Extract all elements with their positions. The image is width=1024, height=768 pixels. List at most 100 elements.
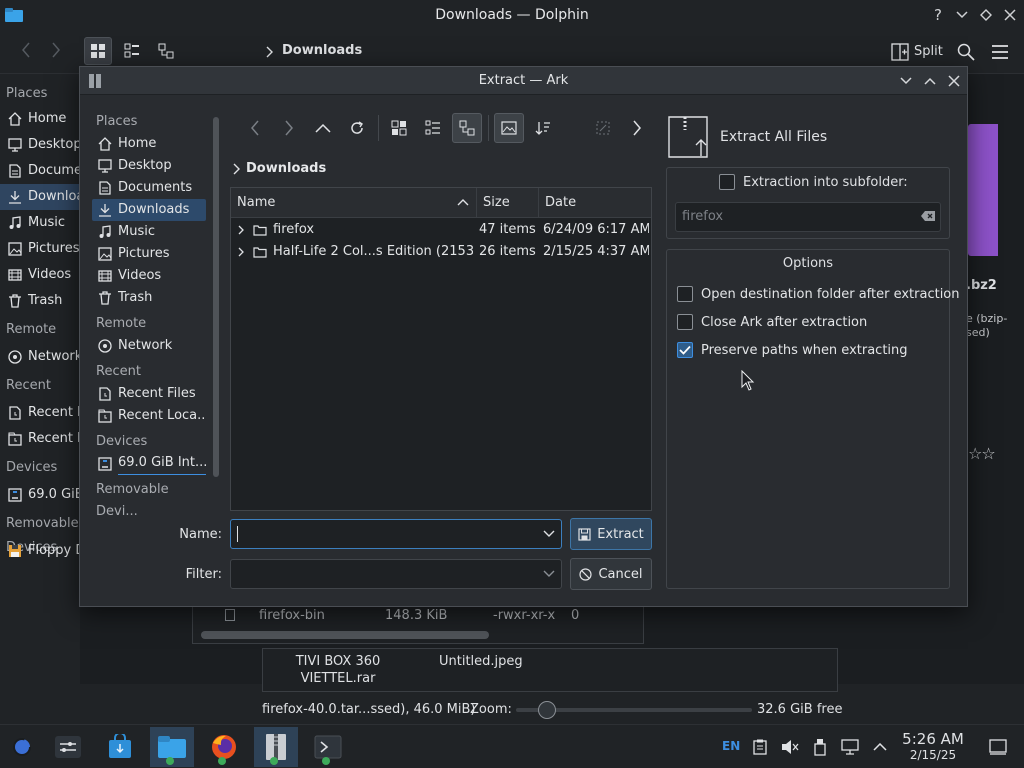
- firefox-task[interactable]: [202, 727, 246, 767]
- table-row[interactable]: Half-Life 2 Col...s Edition (2153) 26 ite…: [231, 241, 651, 263]
- places-item-pictures[interactable]: Pictures: [92, 243, 206, 265]
- expand-arrow-icon[interactable]: [237, 225, 245, 235]
- subfolder-name-input[interactable]: firefox: [675, 202, 941, 232]
- places-item-network[interactable]: Network: [92, 335, 206, 357]
- digital-clock[interactable]: 5:26 AM 2/15/25: [896, 731, 970, 763]
- sidebar-item-recent-files[interactable]: Recent Files: [0, 400, 80, 426]
- sort-button[interactable]: [528, 113, 558, 143]
- volume-muted-icon[interactable]: [780, 737, 800, 757]
- sidebar-item-videos[interactable]: Videos: [0, 262, 80, 288]
- places-item-music[interactable]: Music: [92, 221, 206, 243]
- file-item[interactable]: TIVI BOX 360 VIETTEL.rar: [273, 653, 403, 687]
- forward-icon[interactable]: [44, 38, 68, 62]
- help-icon[interactable]: ?: [928, 5, 948, 25]
- places-item-desktop[interactable]: Desktop: [92, 155, 206, 177]
- chevron-down-icon[interactable]: [543, 570, 555, 578]
- sidebar-item-network[interactable]: Network: [0, 344, 80, 370]
- sidebar-item-home[interactable]: Home: [0, 106, 80, 132]
- option-open-destination-folder-after-extraction[interactable]: Open destination folder after extraction: [677, 284, 960, 304]
- places-item-documents[interactable]: Documents: [92, 177, 206, 199]
- sidebar-item-floppy-disk[interactable]: Floppy Disk: [0, 538, 80, 564]
- minimize-icon[interactable]: [952, 5, 972, 25]
- sidebar-item-music[interactable]: Music: [0, 210, 80, 236]
- sidebar-item-downloads[interactable]: Downloads: [0, 184, 80, 210]
- places-item-downloads[interactable]: Downloads: [92, 199, 206, 221]
- forward-button[interactable]: [274, 113, 304, 143]
- device-notifier-icon[interactable]: [810, 737, 830, 757]
- ark-task[interactable]: [254, 727, 298, 767]
- split-button-label[interactable]: Split: [914, 44, 943, 59]
- column-header-size[interactable]: Size: [477, 188, 539, 218]
- places-item-69-0-gib-int[interactable]: 69.0 GiB Int...: [92, 453, 206, 475]
- sidebar-item-trash[interactable]: Trash: [0, 288, 80, 314]
- more-toolbar-button[interactable]: [622, 113, 652, 143]
- preview-toggle-button[interactable]: [494, 113, 524, 143]
- zoom-slider-handle[interactable]: [538, 701, 556, 719]
- table-row[interactable]: firefox-bin 148.3 KiB -rwxr-xr-x 0: [193, 605, 643, 627]
- filter-input[interactable]: [230, 559, 562, 589]
- column-header-date[interactable]: Date: [539, 188, 651, 218]
- option-close-ark-after-extraction[interactable]: Close Ark after extraction: [677, 312, 867, 332]
- chevron-down-icon[interactable]: [543, 530, 555, 538]
- sidebar-item-recent-locations[interactable]: Recent Locations: [0, 426, 80, 452]
- hamburger-menu-icon[interactable]: [990, 42, 1010, 62]
- minimize-icon[interactable]: [896, 71, 916, 91]
- compact-view-button[interactable]: [418, 113, 448, 143]
- file-item[interactable]: Untitled.jpeg: [439, 653, 523, 670]
- zoom-slider[interactable]: [516, 701, 752, 719]
- discover-store-task[interactable]: [98, 727, 142, 767]
- places-item-recent-loca[interactable]: Recent Loca...: [92, 405, 206, 427]
- konsole-task[interactable]: [306, 727, 350, 767]
- search-icon[interactable]: [956, 42, 976, 62]
- back-button[interactable]: [240, 113, 270, 143]
- places-item-trash[interactable]: Trash: [92, 287, 206, 309]
- clipboard-icon[interactable]: [750, 737, 770, 757]
- option-checkbox[interactable]: [677, 342, 693, 358]
- extract-button[interactable]: Extract: [570, 518, 652, 550]
- close-icon[interactable]: [944, 71, 964, 91]
- name-input[interactable]: [230, 519, 562, 549]
- table-row[interactable]: firefox 47 items 6/24/09 6:17 AM: [231, 219, 651, 241]
- column-header-name[interactable]: Name: [231, 188, 477, 218]
- horizontal-scrollbar[interactable]: [201, 631, 489, 639]
- show-desktop-icon[interactable]: [988, 737, 1008, 757]
- extract-all-files-option[interactable]: Extract All Files: [666, 115, 956, 159]
- keyboard-layout-indicator[interactable]: EN: [722, 739, 740, 753]
- icons-view-button[interactable]: [84, 37, 112, 65]
- sidebar-item-documents[interactable]: Documents: [0, 158, 80, 184]
- zoom-fit-button[interactable]: [588, 113, 618, 143]
- option-checkbox[interactable]: [677, 314, 693, 330]
- maximize-icon[interactable]: [976, 5, 996, 25]
- places-item-videos[interactable]: Videos: [92, 265, 206, 287]
- clear-text-icon[interactable]: [920, 210, 936, 222]
- places-item-home[interactable]: Home: [92, 133, 206, 155]
- back-icon[interactable]: [14, 38, 38, 62]
- places-item-recent-files[interactable]: Recent Files: [92, 383, 206, 405]
- network-wired-icon[interactable]: [840, 737, 860, 757]
- option-preserve-paths-when-extracting[interactable]: Preserve paths when extracting: [677, 340, 908, 360]
- dolphin-task[interactable]: [150, 727, 194, 767]
- parent-folder-button[interactable]: [308, 113, 338, 143]
- option-checkbox[interactable]: [677, 286, 693, 302]
- sidebar-item-desktop[interactable]: Desktop: [0, 132, 80, 158]
- reload-button[interactable]: [342, 113, 372, 143]
- icons-view-button[interactable]: [384, 113, 414, 143]
- cancel-button[interactable]: Cancel: [570, 558, 652, 590]
- expand-arrow-icon[interactable]: [237, 247, 245, 257]
- sidebar-item-69-0-gib-internal-drive[interactable]: 69.0 GiB Internal Drive: [0, 482, 80, 508]
- system-settings-task[interactable]: [46, 727, 90, 767]
- maximize-icon[interactable]: [920, 71, 940, 91]
- sidebar-item-pictures[interactable]: Pictures: [0, 236, 80, 262]
- close-icon[interactable]: [1000, 5, 1020, 25]
- compact-view-button[interactable]: [118, 37, 146, 65]
- show-hidden-icons-icon[interactable]: [870, 737, 890, 757]
- rating-stars[interactable]: ☆☆: [968, 444, 996, 463]
- subfolder-checkbox[interactable]: [719, 174, 735, 190]
- places-scrollbar[interactable]: [213, 117, 219, 477]
- split-icon[interactable]: [890, 42, 910, 62]
- app-launcher-button[interactable]: [0, 727, 44, 767]
- tree-view-button[interactable]: [452, 113, 482, 143]
- dolphin-breadcrumb[interactable]: Downloads: [282, 43, 362, 58]
- ark-breadcrumb[interactable]: Downloads: [232, 159, 326, 179]
- subfolder-checkbox-row[interactable]: Extraction into subfolder:: [719, 174, 908, 190]
